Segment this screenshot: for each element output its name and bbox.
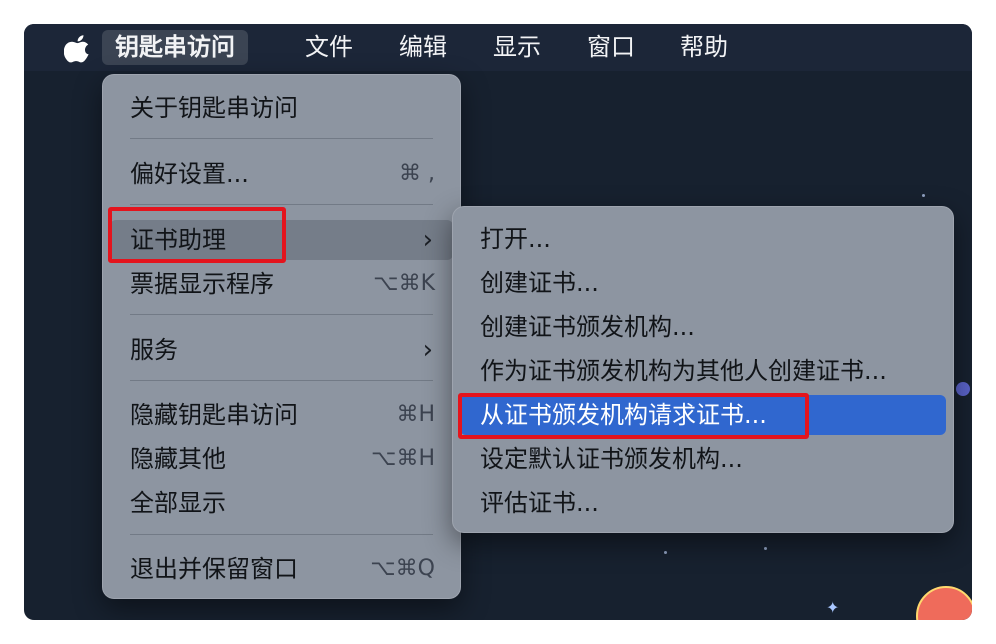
menu-item-label: 退出并保留窗口	[130, 555, 298, 583]
wallpaper-planet	[916, 586, 972, 620]
submenu-item-create-ca[interactable]: 创建证书颁发机构...	[460, 307, 946, 347]
menu-item-hide-app[interactable]: 隐藏钥匙串访问 ⌘H	[110, 395, 453, 435]
submenu-item-label: 创建证书颁发机构...	[480, 313, 695, 341]
submenu-item-label: 评估证书...	[480, 489, 599, 517]
chevron-right-icon: ›	[422, 225, 433, 255]
menu-item-label: 全部显示	[130, 489, 226, 517]
menu-separator	[130, 314, 433, 315]
wallpaper-dot	[956, 382, 970, 396]
wallpaper-dot	[764, 547, 767, 550]
certificate-assistant-submenu: 打开... 创建证书... 创建证书颁发机构... 作为证书颁发机构为其他人创建…	[452, 206, 954, 533]
menu-item-shortcut: ⌥⌘K	[373, 271, 435, 296]
menu-item-shortcut: ⌥⌘Q	[370, 556, 435, 581]
submenu-item-label: 创建证书...	[480, 269, 599, 297]
menubar-item-window[interactable]: 窗口	[574, 30, 648, 65]
menu-item-label: 偏好设置...	[130, 160, 249, 188]
menu-separator	[130, 380, 433, 381]
menubar-item-help[interactable]: 帮助	[667, 30, 741, 65]
menubar-item-view[interactable]: 显示	[480, 30, 554, 65]
menu-item-label: 隐藏其他	[130, 445, 226, 473]
menu-item-quit-keep-windows[interactable]: 退出并保留窗口 ⌥⌘Q	[110, 549, 453, 589]
submenu-item-create-cert-for-others[interactable]: 作为证书颁发机构为其他人创建证书...	[460, 351, 946, 391]
menu-item-about[interactable]: 关于钥匙串访问	[110, 88, 453, 128]
wallpaper-dot	[922, 194, 925, 197]
menu-item-hide-others[interactable]: 隐藏其他 ⌥⌘H	[110, 439, 453, 479]
menu-separator	[130, 204, 433, 205]
submenu-item-open[interactable]: 打开...	[460, 219, 946, 259]
annotation-box-request-certificate	[458, 393, 809, 439]
menu-separator	[130, 534, 433, 535]
menu-item-shortcut: ⌥⌘H	[371, 446, 435, 471]
menu-item-label: 隐藏钥匙串访问	[130, 401, 298, 429]
menu-item-shortcut: ⌘ ,	[399, 161, 435, 186]
menubar-item-edit[interactable]: 编辑	[386, 30, 460, 65]
app-menu: 关于钥匙串访问 偏好设置... ⌘ , 证书助理 › 票据显示程序 ⌥⌘K 服务…	[102, 74, 461, 599]
apple-logo-icon[interactable]	[64, 33, 92, 63]
annotation-box-certificate-assistant	[108, 207, 286, 263]
menu-item-ticket-viewer[interactable]: 票据显示程序 ⌥⌘K	[110, 264, 453, 304]
menubar-item-file[interactable]: 文件	[292, 30, 366, 65]
submenu-item-label: 打开...	[480, 225, 551, 253]
wallpaper-star: ✦	[826, 598, 840, 617]
menubar-item-keychain-access[interactable]: 钥匙串访问	[102, 30, 248, 65]
submenu-item-label: 作为证书颁发机构为其他人创建证书...	[480, 357, 887, 385]
chevron-right-icon: ›	[422, 335, 433, 365]
desktop: ✦ 钥匙串访问 文件 编辑 显示 窗口 帮助 关于钥匙串访问 偏好设置... ⌘…	[24, 24, 972, 620]
menu-separator	[130, 138, 433, 139]
menu-item-preferences[interactable]: 偏好设置... ⌘ ,	[110, 154, 453, 194]
submenu-item-create-certificate[interactable]: 创建证书...	[460, 263, 946, 303]
menu-bar: 钥匙串访问 文件 编辑 显示 窗口 帮助	[24, 24, 972, 71]
submenu-item-evaluate-certificate[interactable]: 评估证书...	[460, 483, 946, 523]
submenu-item-label: 设定默认证书颁发机构...	[480, 445, 743, 473]
menu-item-label: 关于钥匙串访问	[130, 94, 298, 122]
menu-item-show-all[interactable]: 全部显示	[110, 483, 453, 523]
menu-item-services[interactable]: 服务 ›	[110, 330, 453, 370]
submenu-item-set-default-ca[interactable]: 设定默认证书颁发机构...	[460, 439, 946, 479]
menu-item-label: 票据显示程序	[130, 270, 274, 298]
wallpaper-dot	[664, 551, 667, 554]
menu-item-label: 服务	[130, 336, 178, 364]
menu-item-shortcut: ⌘H	[396, 402, 435, 427]
